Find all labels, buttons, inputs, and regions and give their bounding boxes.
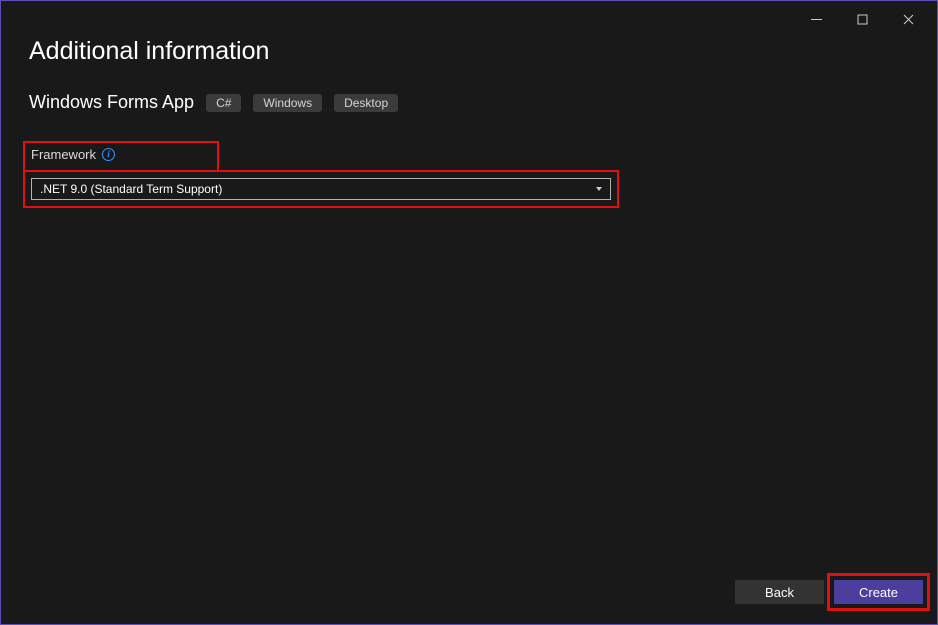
info-icon[interactable]: i: [102, 148, 115, 161]
content-area: Additional information Windows Forms App…: [1, 33, 937, 208]
framework-dropdown[interactable]: .NET 9.0 (Standard Term Support): [31, 178, 611, 200]
close-button[interactable]: [885, 7, 931, 31]
minimize-button[interactable]: [793, 7, 839, 31]
titlebar: [1, 1, 937, 33]
footer-buttons: Back Create: [735, 580, 923, 604]
tag-desktop: Desktop: [334, 94, 398, 112]
maximize-icon: [857, 14, 868, 25]
maximize-button[interactable]: [839, 7, 885, 31]
framework-label: Framework: [31, 147, 96, 162]
create-button-highlight: Create: [827, 573, 930, 611]
back-button[interactable]: Back: [735, 580, 824, 604]
subtitle-row: Windows Forms App C# Windows Desktop: [29, 92, 909, 113]
tag-windows: Windows: [253, 94, 322, 112]
close-icon: [903, 14, 914, 25]
framework-selected-value: .NET 9.0 (Standard Term Support): [40, 182, 222, 196]
framework-dropdown-highlight: .NET 9.0 (Standard Term Support): [23, 170, 619, 208]
create-button[interactable]: Create: [834, 580, 923, 604]
tag-csharp: C#: [206, 94, 241, 112]
project-template-name: Windows Forms App: [29, 92, 194, 113]
framework-label-highlight: Framework i: [23, 141, 219, 172]
chevron-down-icon: [596, 187, 602, 191]
page-title: Additional information: [29, 37, 909, 66]
minimize-icon: [811, 14, 822, 25]
framework-label-row: Framework i: [31, 147, 211, 162]
